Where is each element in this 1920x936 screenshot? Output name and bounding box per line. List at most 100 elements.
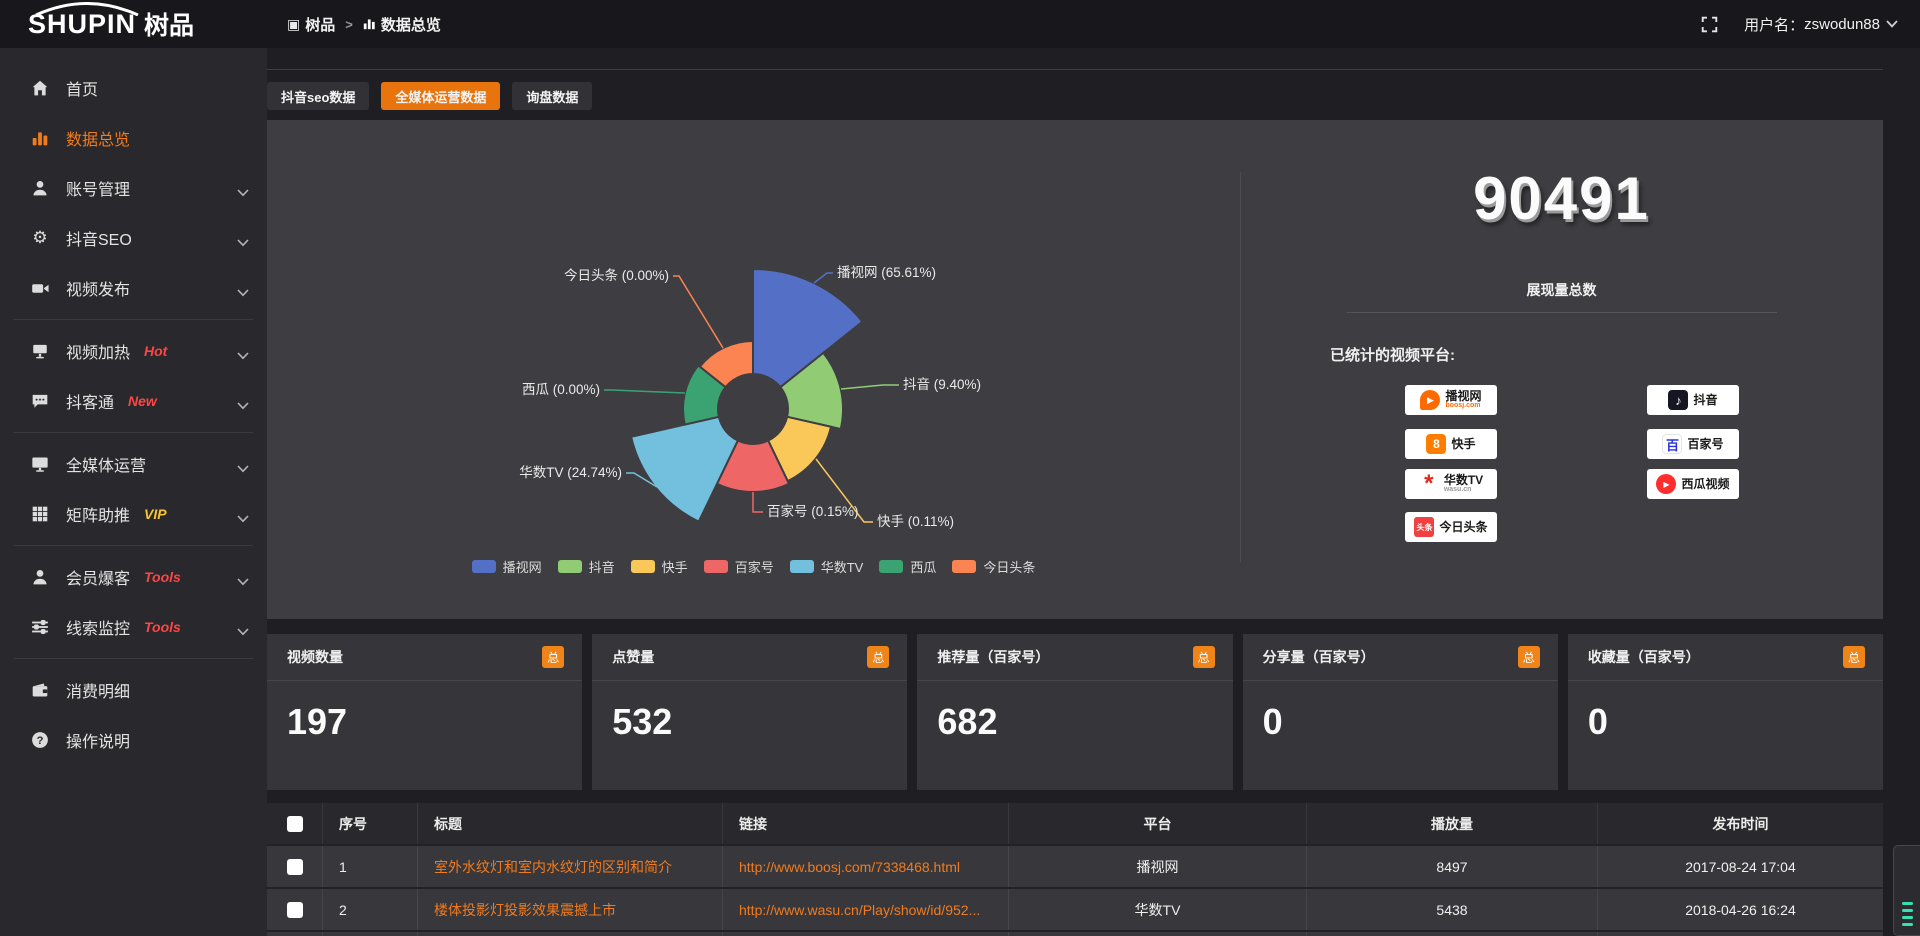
sidebar-item-3[interactable]: 账号管理: [0, 163, 267, 213]
legend-item-西瓜[interactable]: 西瓜: [879, 557, 936, 576]
pie-label: 百家号 (0.15%): [767, 503, 859, 519]
user-menu[interactable]: 用户名：zswodun88: [1744, 14, 1898, 35]
sidebar-item-10[interactable]: 会员爆客Tools: [0, 552, 267, 602]
floating-service-widget[interactable]: [1893, 845, 1920, 936]
sidebar-item-1[interactable]: 首页: [0, 63, 267, 113]
pie-chart: 播视网 (65.61%)抖音 (9.40%)快手 (0.11%)百家号 (0.1…: [267, 120, 1240, 619]
legend-item-华数TV[interactable]: 华数TV: [790, 557, 864, 576]
total-badge: 总: [1193, 646, 1215, 668]
stat-card-2: 点赞量总532: [592, 634, 907, 790]
column-header-4: 平台: [1009, 803, 1307, 844]
sidebar-badge: Tools: [144, 619, 181, 635]
platform-name: 播视网: [1445, 390, 1481, 403]
legend-label: 今日头条: [983, 557, 1035, 576]
username-value: zswodun88: [1804, 16, 1880, 33]
sidebar-item-11[interactable]: 线索监控Tools: [0, 602, 267, 652]
pie-label-line: [814, 273, 833, 283]
platform-badge-百家号: 百百家号: [1647, 429, 1739, 459]
total-badge: 总: [542, 646, 564, 668]
pie-label: 华数TV (24.74%): [519, 465, 622, 480]
stat-card-value: 0: [1243, 681, 1558, 743]
legend-swatch: [879, 560, 903, 573]
sidebar-item-4[interactable]: ⚙抖音SEO: [0, 213, 267, 263]
pie-slice-华数TV[interactable]: [631, 417, 738, 522]
legend-label: 西瓜: [910, 557, 936, 576]
tab-1[interactable]: 抖音seo数据: [267, 82, 369, 110]
douyin-icon: ♪: [1668, 390, 1688, 410]
sidebar-divider: [14, 432, 253, 433]
stat-card-header: 分享量（百家号）总: [1243, 634, 1558, 681]
stat-card-4: 分享量（百家号）总0: [1243, 634, 1558, 790]
sidebar-item-7[interactable]: 抖客通New: [0, 376, 267, 426]
select-all-checkbox[interactable]: [287, 816, 303, 832]
kuaishou-icon: 8: [1426, 434, 1446, 454]
table-row-2: 2楼体投影灯投影效果震撼上市http://www.wasu.cn/Play/sh…: [267, 887, 1883, 930]
breadcrumb-home[interactable]: ▣ 树品: [287, 14, 335, 35]
chevron-down-icon: [237, 623, 249, 641]
row-checkbox[interactable]: [287, 859, 303, 875]
stat-card-value: 532: [592, 681, 907, 743]
main-content: 抖音seo数据全媒体运营数据询盘数据 播视网 (65.61%)抖音 (9.40%…: [267, 48, 1920, 936]
stat-card-title: 收藏量（百家号）: [1588, 647, 1700, 667]
sidebar-item-12[interactable]: 消费明细: [0, 665, 267, 715]
legend-swatch: [704, 560, 728, 573]
stat-card-title: 推荐量（百家号）: [937, 647, 1049, 667]
chevron-down-icon: [237, 397, 249, 415]
stat-card-value: 682: [917, 681, 1232, 743]
baijiahao-icon: 百: [1662, 434, 1682, 454]
sliders-icon: [30, 617, 50, 637]
fullscreen-icon[interactable]: [1701, 16, 1718, 33]
horizontal-rule: [1347, 312, 1777, 313]
platform-subtext: boosj.com: [1445, 402, 1480, 410]
column-header-6: 发布时间: [1598, 803, 1883, 844]
cell-title[interactable]: 楼体投影灯投影效果震撼上市: [418, 889, 723, 930]
edit-square-icon: ▣: [287, 17, 300, 31]
legend-swatch: [472, 560, 496, 573]
legend-item-今日头条[interactable]: 今日头条: [952, 557, 1035, 576]
legend-item-抖音[interactable]: 抖音: [558, 557, 615, 576]
platform-badge-抖音: ♪抖音: [1647, 385, 1739, 415]
sidebar-badge: VIP: [144, 506, 167, 522]
sidebar-item-6[interactable]: 视频加热Hot: [0, 326, 267, 376]
total-impressions-label: 展现量总数: [1240, 280, 1883, 300]
platform-name: 华数TV: [1444, 474, 1483, 487]
platform-name: 百家号: [1687, 438, 1723, 451]
platform-name: 快手: [1451, 438, 1475, 451]
sidebar-divider: [14, 545, 253, 546]
tab-2[interactable]: 全媒体运营数据: [381, 82, 500, 110]
platform-badge-西瓜视频: ▶西瓜视频: [1647, 469, 1739, 499]
cell-title[interactable]: 室外水纹灯和室内水纹灯的区别和简介: [418, 846, 723, 887]
sidebar-item-8[interactable]: 全媒体运营: [0, 439, 267, 489]
signal-dash: [1902, 916, 1913, 919]
cell-link[interactable]: http://www.boosj.com/7338468.html: [723, 846, 1009, 887]
cell-link[interactable]: http://www.wasu.cn/Play/show/id/952...: [723, 889, 1009, 930]
column-header-1: 序号: [323, 803, 418, 844]
legend-item-百家号[interactable]: 百家号: [704, 557, 774, 576]
sidebar-item-label: 抖音SEO: [66, 226, 132, 250]
pie-label: 快手 (0.11%): [877, 514, 954, 529]
chat-icon: [30, 391, 50, 411]
sidebar-divider: [14, 319, 253, 320]
wallet-icon: [30, 680, 50, 700]
sidebar-item-2[interactable]: 数据总览: [0, 113, 267, 163]
sidebar-item-label: 抖客通: [66, 389, 114, 413]
chevron-down-icon: [237, 460, 249, 478]
legend-item-快手[interactable]: 快手: [631, 557, 688, 576]
sidebar-item-13[interactable]: ?操作说明: [0, 715, 267, 765]
sidebar-item-5[interactable]: 视频发布: [0, 263, 267, 313]
sidebar-item-label: 数据总览: [66, 126, 130, 150]
tab-3[interactable]: 询盘数据: [512, 82, 592, 110]
platforms-title: 已统计的视频平台:: [1330, 344, 1455, 365]
pie-label-line: [753, 492, 763, 512]
platform-subtext: wasu.cn: [1444, 486, 1472, 494]
row-checkbox[interactable]: [287, 902, 303, 918]
bars-icon: [30, 128, 50, 148]
sidebar-item-9[interactable]: 矩阵助推VIP: [0, 489, 267, 539]
signal-dash: [1902, 923, 1913, 926]
breadcrumb-current[interactable]: 数据总览: [363, 14, 441, 35]
grid-icon: [30, 504, 50, 524]
stat-card-3: 推荐量（百家号） 总 682: [917, 634, 1232, 790]
legend-item-播视网[interactable]: 播视网: [472, 557, 542, 576]
boosj-icon: ▶: [1420, 390, 1440, 410]
summary-panel: 90491 展现量总数 已统计的视频平台: ▶播视网boosj.com8快手*华…: [1240, 120, 1883, 619]
